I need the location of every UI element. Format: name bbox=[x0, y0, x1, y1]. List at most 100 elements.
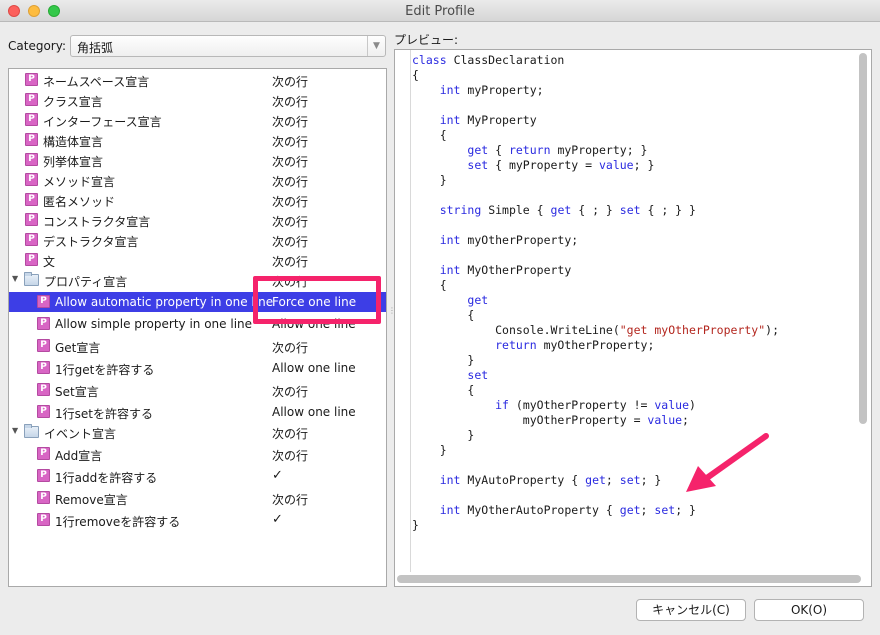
code-preview: class ClassDeclaration{ int myProperty; … bbox=[394, 49, 872, 587]
tree-row-value[interactable]: 次の行 bbox=[272, 153, 308, 170]
tree-row-label: 1行setを許容する bbox=[55, 407, 153, 421]
tree-row-value[interactable]: 次の行 bbox=[272, 491, 308, 508]
tree-row[interactable]: P Remove宣言 次の行 bbox=[9, 488, 386, 508]
code-line: int MyOtherAutoProperty { get; set; } bbox=[439, 503, 696, 517]
window-title: Edit Profile bbox=[405, 4, 475, 19]
property-icon: P bbox=[37, 513, 50, 526]
property-icon: P bbox=[37, 317, 50, 330]
splitter-handle[interactable]: ⋮ bbox=[388, 306, 396, 318]
code-line: if (myOtherProperty != value) bbox=[495, 398, 696, 412]
code-line: int MyProperty bbox=[439, 113, 537, 127]
property-icon: P bbox=[37, 405, 50, 418]
code-line: string Simple { get { ; } set { ; } } bbox=[439, 203, 696, 217]
tree-row[interactable]: P 列挙体宣言 次の行 bbox=[9, 150, 386, 170]
code-line: int MyAutoProperty { get; set; } bbox=[439, 473, 662, 487]
code-line: class ClassDeclaration bbox=[412, 53, 565, 67]
code-line: return myOtherProperty; bbox=[495, 338, 655, 352]
ok-button[interactable]: OK(O) bbox=[754, 599, 864, 621]
disclosure-triangle-icon[interactable]: ▼ bbox=[12, 426, 18, 435]
code-line: { bbox=[412, 68, 419, 82]
vertical-scrollbar[interactable] bbox=[859, 53, 867, 424]
property-icon: P bbox=[37, 383, 50, 396]
title-bar: Edit Profile bbox=[0, 0, 880, 22]
code-line: Console.WriteLine("get myOtherProperty")… bbox=[495, 323, 780, 337]
disclosure-triangle-icon[interactable]: ▼ bbox=[12, 274, 18, 283]
tree-row-value[interactable]: 次の行 bbox=[272, 339, 308, 356]
tree-row-value[interactable]: 次の行 bbox=[272, 425, 308, 442]
checkbox[interactable]: ✓ bbox=[272, 468, 283, 483]
property-icon: P bbox=[25, 233, 38, 246]
tree-row-label: クラス宣言 bbox=[43, 95, 103, 109]
tree-row[interactable]: P 1行addを許容する ✓ bbox=[9, 466, 386, 486]
property-icon: P bbox=[37, 491, 50, 504]
tree-row[interactable]: P Get宣言 次の行 bbox=[9, 336, 386, 356]
code-line: set { myProperty = value; } bbox=[467, 158, 655, 172]
tree-row-value[interactable]: 次の行 bbox=[272, 173, 308, 190]
tree-row[interactable]: P 1行setを許容する Allow one line bbox=[9, 402, 386, 422]
tree-row-label: インターフェース宣言 bbox=[43, 115, 162, 129]
code-line: } bbox=[412, 443, 447, 457]
tree-row-value[interactable]: 次の行 bbox=[272, 93, 308, 110]
tree-row-value[interactable]: 次の行 bbox=[272, 193, 308, 210]
checkbox[interactable]: ✓ bbox=[272, 512, 283, 527]
tree-row-value[interactable]: 次の行 bbox=[272, 113, 308, 130]
tree-row-label: 匿名メソッド bbox=[43, 195, 116, 209]
property-icon: P bbox=[25, 213, 38, 226]
tree-row-label: デストラクタ宣言 bbox=[43, 235, 139, 249]
tree-row-value[interactable]: 次の行 bbox=[272, 383, 308, 400]
code-line: { bbox=[412, 383, 475, 397]
property-icon: P bbox=[25, 73, 38, 86]
tree-row[interactable]: P クラス宣言 次の行 bbox=[9, 90, 386, 110]
tree-row[interactable]: P Add宣言 次の行 bbox=[9, 444, 386, 464]
tree-row-value[interactable]: 次の行 bbox=[272, 447, 308, 464]
code-line: } bbox=[412, 173, 447, 187]
code-line: { bbox=[412, 308, 475, 322]
tree-row[interactable]: P デストラクタ宣言 次の行 bbox=[9, 230, 386, 250]
tree-row-label: 1行getを許容する bbox=[55, 363, 155, 377]
tree-row[interactable]: P 文 次の行 bbox=[9, 250, 386, 270]
tree-row-value[interactable]: Allow one line bbox=[272, 405, 356, 419]
dropdown-arrow-icon: ▼ bbox=[367, 36, 385, 56]
tree-row-value[interactable]: 次の行 bbox=[272, 213, 308, 230]
tree-row[interactable]: P 1行getを許容する Allow one line bbox=[9, 358, 386, 378]
tree-row[interactable]: P 構造体宣言 次の行 bbox=[9, 130, 386, 150]
property-icon: P bbox=[37, 339, 50, 352]
tree-row[interactable]: P 1行removeを許容する ✓ bbox=[9, 510, 386, 530]
code-line: int myOtherProperty; bbox=[439, 233, 579, 247]
tree-row-value[interactable]: Allow one line bbox=[272, 361, 356, 375]
property-icon: P bbox=[37, 447, 50, 460]
tree-row-label: 1行addを許容する bbox=[55, 471, 158, 485]
code-line: get { return myProperty; } bbox=[467, 143, 648, 157]
tree-row-label: Set宣言 bbox=[55, 385, 99, 399]
tree-row[interactable]: P ネームスペース宣言 次の行 bbox=[9, 70, 386, 90]
code-line: myOtherProperty = value; bbox=[522, 413, 689, 427]
tree-row[interactable]: P Set宣言 次の行 bbox=[9, 380, 386, 400]
tree-row-label: Remove宣言 bbox=[55, 493, 128, 507]
tree-row-value[interactable]: 次の行 bbox=[272, 233, 308, 250]
cancel-button[interactable]: キャンセル(C) bbox=[636, 599, 746, 621]
tree-row[interactable]: P コンストラクタ宣言 次の行 bbox=[9, 210, 386, 230]
property-icon: P bbox=[25, 153, 38, 166]
category-select[interactable]: 角括弧 ▼ bbox=[70, 35, 386, 57]
tree-row-label: コンストラクタ宣言 bbox=[43, 215, 151, 229]
tree-row[interactable]: P 匿名メソッド 次の行 bbox=[9, 190, 386, 210]
settings-tree[interactable]: P ネームスペース宣言 次の行 P クラス宣言 次の行 P インターフェース宣言 次の行 P 構造体… bbox=[8, 68, 387, 587]
tree-row-value[interactable]: 次の行 bbox=[272, 73, 308, 90]
tree-row-label: イベント宣言 bbox=[44, 427, 117, 441]
property-icon: P bbox=[25, 113, 38, 126]
tree-row-label: 文 bbox=[43, 255, 56, 269]
tree-row[interactable]: P メソッド宣言 次の行 bbox=[9, 170, 386, 190]
code-line: { bbox=[412, 128, 447, 142]
tree-row[interactable]: P インターフェース宣言 次の行 bbox=[9, 110, 386, 130]
tree-row-label: ネームスペース宣言 bbox=[43, 75, 150, 89]
code-line: } bbox=[412, 518, 419, 532]
horizontal-scrollbar[interactable] bbox=[397, 575, 861, 583]
tree-row-value[interactable]: 次の行 bbox=[272, 253, 308, 270]
tree-row-value[interactable]: 次の行 bbox=[272, 133, 308, 150]
tree-group[interactable]: ▼ イベント宣言 次の行 bbox=[9, 422, 386, 442]
code-line: int myProperty; bbox=[439, 83, 544, 97]
tree-row-label: Add宣言 bbox=[55, 449, 103, 463]
tree-row-label: メソッド宣言 bbox=[43, 175, 116, 189]
property-icon: P bbox=[37, 295, 50, 308]
property-icon: P bbox=[25, 93, 38, 106]
